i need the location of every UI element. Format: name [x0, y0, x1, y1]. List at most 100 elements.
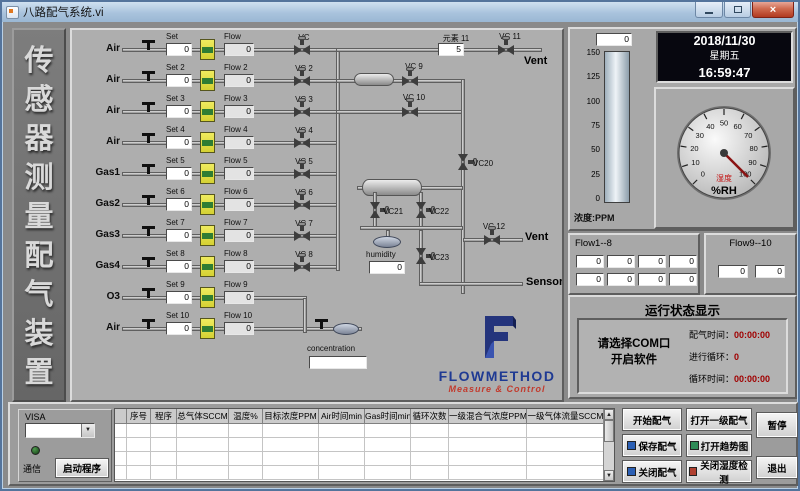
vc-valve-icon[interactable] [294, 231, 310, 241]
manual-valve-icon [142, 195, 155, 205]
gas-label: Gas2 [74, 198, 120, 209]
vc-valve-icon[interactable] [294, 200, 310, 210]
gauge-panel: 0 2018/11/30 星期五 16:59:47 150 125 100 75… [568, 27, 797, 231]
gas-label: O3 [74, 291, 120, 302]
trend-icon [690, 441, 699, 450]
element11-input[interactable]: 5 [438, 43, 464, 56]
vc-valve-icon[interactable] [294, 169, 310, 179]
vc11-valve-icon[interactable] [498, 45, 514, 55]
close-humidity-button[interactable]: 关闭湿度检测 [686, 460, 752, 483]
gas-label: Air [74, 43, 120, 54]
vc23-valve-icon[interactable] [416, 248, 426, 264]
visa-resource-combo[interactable]: ▼ [25, 423, 95, 438]
datetime-display: 2018/11/30 星期五 16:59:47 [656, 31, 793, 83]
banner-char: 器 [14, 120, 64, 159]
vc9-valve-icon[interactable] [402, 76, 418, 86]
vc21-valve-icon[interactable] [370, 202, 380, 218]
comm-led [31, 446, 40, 455]
window: 八路配气系统.vi × 传 感 器 测 量 配 气 装 置 Air [0, 0, 800, 491]
vc20-valve-icon[interactable] [458, 154, 468, 170]
svg-text:50: 50 [720, 119, 728, 128]
flowmethod-logo-icon [477, 314, 517, 360]
vi-icon [6, 6, 19, 19]
exit-button[interactable]: 退出 [756, 456, 798, 479]
flow-label: Flow 6 [224, 187, 248, 196]
svg-text:20: 20 [690, 144, 698, 153]
set-input[interactable]: 0 [166, 260, 192, 273]
close-button[interactable]: × [752, 2, 794, 18]
mfc-icon [200, 101, 215, 122]
set-input[interactable]: 0 [166, 322, 192, 335]
vc-valve-icon[interactable] [294, 76, 310, 86]
combo-dropdown-icon[interactable]: ▼ [81, 424, 94, 437]
set-input[interactable]: 0 [166, 198, 192, 211]
set-input[interactable]: 0 [166, 74, 192, 87]
save-mix-button[interactable]: 保存配气 [622, 434, 682, 457]
logo-name: FLOWMETHOD [422, 368, 564, 384]
save-icon [627, 441, 636, 450]
flow-label: Flow 5 [224, 156, 248, 165]
flow-label: Flow 7 [224, 218, 248, 227]
vc9-label: VC 9 [396, 62, 432, 71]
flow-readout: 0 [607, 273, 635, 286]
svg-text:40: 40 [706, 122, 714, 131]
set-input[interactable]: 0 [166, 167, 192, 180]
vc10-valve-icon[interactable] [402, 107, 418, 117]
flow-label: Flow 2 [224, 63, 248, 72]
banner-char: 测 [14, 159, 64, 198]
close-mix-button[interactable]: 关闭配气 [622, 460, 682, 483]
svg-text:0: 0 [701, 170, 705, 179]
diagram-panel: Air Set 0 Flow 0 VC Air Set 2 0 Flow 2 0… [70, 28, 564, 402]
humidity-input[interactable]: 0 [369, 261, 405, 274]
visa-group: VISA ▼ 通信 启动程序 [18, 409, 112, 482]
table-scrollbar[interactable]: ▲ ▼ [603, 409, 614, 481]
col-header: Gas时间min [365, 409, 411, 424]
gas-label: Air [74, 322, 120, 333]
flow-indicator: 0 [224, 229, 254, 242]
scroll-up-icon[interactable]: ▲ [604, 409, 614, 420]
col-header: 总气体SCCM [177, 409, 229, 424]
banner-char: 量 [14, 198, 64, 237]
set-input[interactable]: 0 [166, 43, 192, 56]
flow-readout: 0 [607, 255, 635, 268]
status-message: 请选择COM口 开启软件 [581, 336, 687, 368]
start-program-button[interactable]: 启动程序 [55, 458, 109, 478]
corner-cell [115, 409, 127, 424]
set-label: Set [166, 32, 178, 41]
start-mix-button[interactable]: 开始配气 [622, 408, 682, 431]
maximize-button[interactable] [724, 2, 751, 18]
vc-valve-icon[interactable] [294, 107, 310, 117]
flow-readout: 0 [638, 255, 666, 268]
pause-button[interactable]: 暂停 [756, 412, 798, 438]
vc-valve-icon[interactable] [294, 262, 310, 272]
flow-indicator: 0 [224, 291, 254, 304]
scroll-thumb[interactable] [604, 420, 614, 442]
set-input[interactable]: 0 [166, 291, 192, 304]
banner-char: 装 [14, 315, 64, 354]
open-trend-button[interactable]: 打开趋势图 [686, 434, 752, 457]
set-input[interactable]: 0 [166, 229, 192, 242]
set-input[interactable]: 0 [166, 105, 192, 118]
vc-valve-icon[interactable] [294, 45, 310, 55]
visa-resource-value [26, 424, 81, 437]
vc-valve-icon[interactable] [294, 138, 310, 148]
vc22-label: VC22 [429, 207, 449, 216]
concentration-input[interactable] [309, 356, 367, 369]
minimize-button[interactable] [695, 2, 723, 18]
set-input[interactable]: 0 [166, 136, 192, 149]
flow-indicator: 0 [224, 74, 254, 87]
scroll-down-icon[interactable]: ▼ [604, 470, 614, 481]
vc12-valve-icon[interactable] [484, 235, 500, 245]
table-header-row: 序号 程序 总气体SCCM 温度% 目标浓度PPM Air时间min Gas时间… [115, 409, 614, 424]
open-primary-mix-button[interactable]: 打开一级配气 [686, 408, 752, 431]
manual-valve-icon [142, 133, 155, 143]
col-header: 一级气体流量SCCM [527, 409, 605, 424]
col-header: 温度% [229, 409, 263, 424]
tank-tick: 125 [572, 73, 600, 81]
manual-valve-icon [142, 40, 155, 50]
manual-valve-icon [142, 102, 155, 112]
vent-mid-label: Vent [525, 231, 548, 243]
vc22-valve-icon[interactable] [416, 202, 426, 218]
humidity-gauge: 湿度 %RH 0102030405060708090100 [656, 89, 793, 227]
program-table: 序号 程序 总气体SCCM 温度% 目标浓度PPM Air时间min Gas时间… [114, 408, 615, 482]
